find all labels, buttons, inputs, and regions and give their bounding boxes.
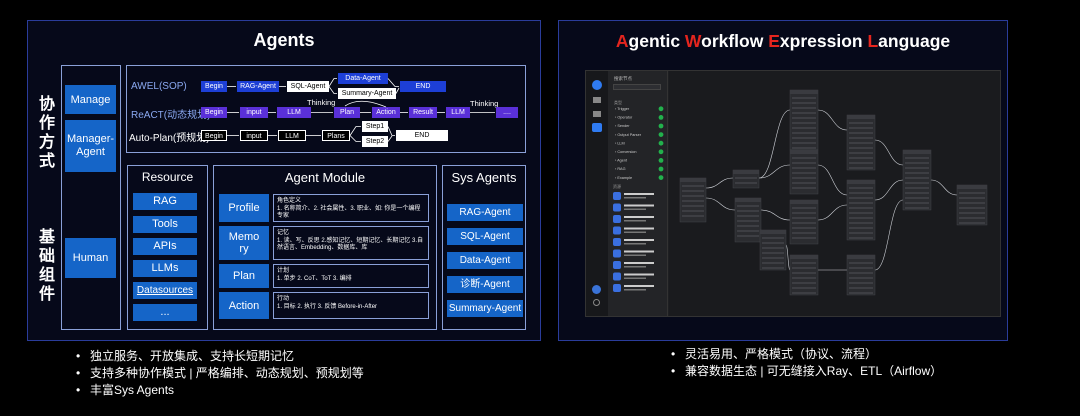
svg-text:› Trigger: › Trigger xyxy=(615,107,630,111)
module-plan-desc: 计划 1. 单步 2. CoT、ToT 3. 编排 xyxy=(273,264,429,288)
resource-list-item[interactable] xyxy=(613,261,654,269)
node-list-item[interactable]: › Operator xyxy=(615,115,664,120)
svg-text:› Agent: › Agent xyxy=(615,159,628,163)
resource-list-item[interactable] xyxy=(613,238,654,246)
agent-module-title: Agent Module xyxy=(284,170,366,185)
module-action-desc: 行动 1. 目标 2. 执行 3. 反馈 Before-in-After xyxy=(273,292,429,319)
resource-section-label: 资源 xyxy=(613,183,621,189)
resource-list-item[interactable] xyxy=(613,249,654,258)
flow-node[interactable] xyxy=(679,177,707,223)
flow-edge xyxy=(760,209,791,221)
left-bullet: 支持多种协作模式 | 严格编排、动态规划、预规划等 xyxy=(72,365,364,382)
flow-edge xyxy=(817,109,848,131)
flow-edge xyxy=(758,164,791,179)
flow-node[interactable] xyxy=(789,254,819,296)
flow-node[interactable] xyxy=(789,199,819,245)
flow-node[interactable] xyxy=(789,89,819,151)
node-list-item[interactable]: › RAG xyxy=(615,166,664,172)
node-list-item[interactable]: › Trigger xyxy=(615,106,664,112)
node-list-item[interactable]: › Agent xyxy=(615,158,664,163)
module-profile-desc: 角色定义 1. 名称简介、2. 社会属性、3. 职业、如: 你是一个编程专家 xyxy=(273,194,429,222)
resource-list-item[interactable] xyxy=(613,272,654,281)
resource-llms: LLMs xyxy=(133,260,197,277)
human-box: Human xyxy=(65,238,116,278)
sys-agent-data: Data-Agent xyxy=(447,252,523,269)
node-list-item[interactable]: › LLM xyxy=(615,140,664,146)
right-bullets: 灵活易用、严格模式（协议、流程） 兼容数据生态 | 可无缝接入Ray、ETL（A… xyxy=(667,346,942,380)
resource-list-item[interactable] xyxy=(613,226,654,235)
resource-tools: Tools xyxy=(133,216,197,233)
flow-edge xyxy=(874,199,904,271)
sys-agent-rag: RAG-Agent xyxy=(447,204,523,221)
node-list-item[interactable]: › Output Parser xyxy=(615,132,664,137)
flow-node[interactable] xyxy=(846,114,876,171)
flow-node[interactable] xyxy=(732,169,760,189)
left-bullet: 独立服务、开放集成、支持长短期记忆 xyxy=(72,348,364,365)
module-memory-desc: 记忆 1. 读、写、反思 2.感知记忆、短期记忆、长期记忆 3.自然语言、Emb… xyxy=(273,226,429,260)
flow-node[interactable] xyxy=(789,149,819,195)
flow-node[interactable] xyxy=(902,149,932,211)
flow-edge xyxy=(705,177,734,189)
left-bullet: 丰富Sys Agents xyxy=(72,382,364,399)
svg-text:› Operator: › Operator xyxy=(615,116,633,120)
flow-edge xyxy=(785,244,791,271)
resource-list-item[interactable] xyxy=(613,192,654,200)
flow-node[interactable] xyxy=(846,179,876,241)
flow-edge xyxy=(930,179,958,196)
resource-list-item[interactable] xyxy=(613,284,654,292)
module-profile-label: Profile xyxy=(219,194,269,222)
resource-datasources: Datasources xyxy=(133,282,197,299)
sys-agent-sql: SQL-Agent xyxy=(447,228,523,245)
flow-node[interactable] xyxy=(734,197,762,243)
node-list-item[interactable]: › Conversion xyxy=(615,149,664,155)
svg-text:› Conversion: › Conversion xyxy=(615,150,637,154)
flow-canvas-graph: › Trigger › Operator › Sender › Output Pars… xyxy=(613,89,988,296)
sys-agent-summary: Summary-Agent xyxy=(447,300,523,317)
left-bullets: 独立服务、开放集成、支持长短期记忆 支持多种协作模式 | 严格编排、动态规划、预… xyxy=(72,348,364,399)
svg-text:› Output Parser: › Output Parser xyxy=(615,133,642,137)
node-list-item[interactable]: › Example xyxy=(615,175,664,180)
flow-edge xyxy=(758,109,791,179)
svg-text:› RAG: › RAG xyxy=(615,167,626,171)
module-memory-label: Memory xyxy=(219,226,269,260)
resource-apis: APIs xyxy=(133,238,197,255)
resource-rag: RAG xyxy=(133,193,197,210)
flow-edge xyxy=(817,204,848,221)
sys-agent-diagnosis: 诊断-Agent xyxy=(447,276,523,293)
flow-arrows xyxy=(227,78,495,142)
svg-text:› LLM: › LLM xyxy=(615,141,625,145)
flow-edge xyxy=(705,197,736,211)
module-plan-label: Plan xyxy=(219,264,269,288)
flow-edge xyxy=(874,179,904,201)
resource-list-item[interactable] xyxy=(613,215,654,223)
right-bullet: 兼容数据生态 | 可无缝接入Ray、ETL（Airflow） xyxy=(667,363,942,380)
awel-title: Agentic Workflow Expression Language xyxy=(615,31,951,51)
sys-agents-title: Sys Agents xyxy=(451,170,517,185)
flow-edge xyxy=(874,139,904,166)
resource-list-item[interactable] xyxy=(613,203,654,212)
node-list-item[interactable]: › Sender xyxy=(615,123,664,129)
flow-node[interactable] xyxy=(759,229,787,271)
base-vertical-label: 基础组件 xyxy=(36,228,53,304)
flow-node[interactable] xyxy=(956,184,988,226)
right-bullet: 灵活易用、严格模式（协议、流程） xyxy=(667,346,942,363)
module-action-label: Action xyxy=(219,292,269,319)
svg-text:› Sender: › Sender xyxy=(615,124,630,128)
resource-title: Resource xyxy=(141,170,194,184)
flow-node[interactable] xyxy=(846,254,876,296)
resource-more: ... xyxy=(133,304,197,321)
svg-text:› Example: › Example xyxy=(615,176,632,180)
flow-edge xyxy=(817,164,848,196)
